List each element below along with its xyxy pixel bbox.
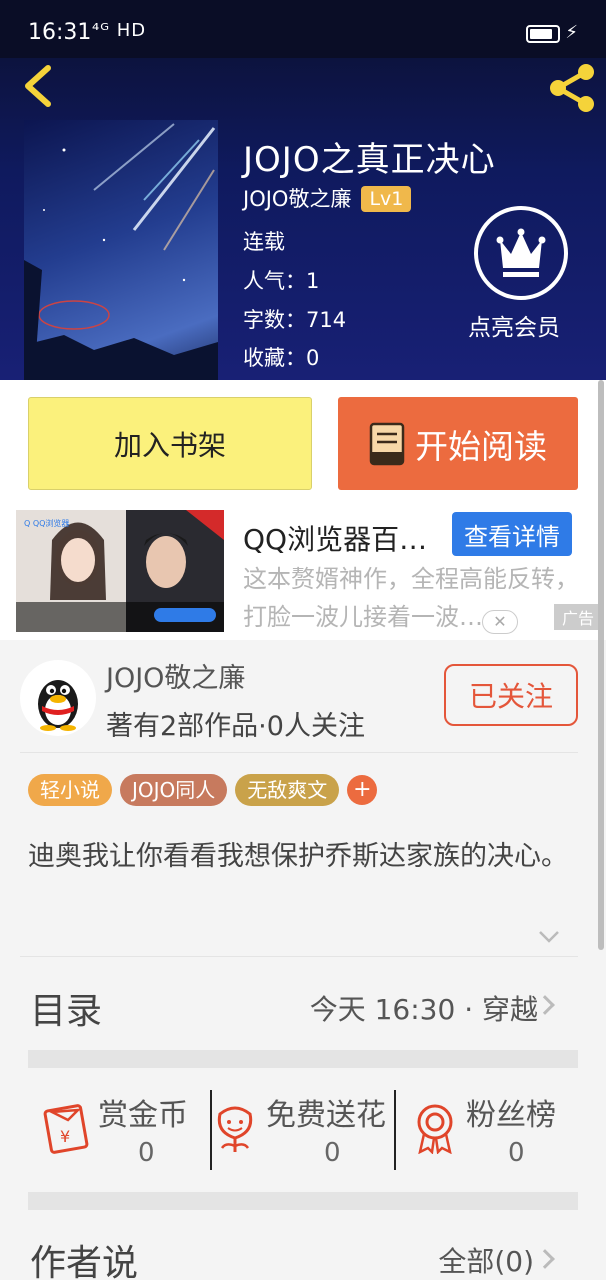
reward-coins-button[interactable]: ¥ 赏金币 0: [30, 1086, 208, 1172]
cover-art-image: [24, 123, 218, 380]
ad-description: 这本赘婿神作，全程高能反转，打脸一波儿接着一波…: [243, 565, 579, 631]
back-arrow-icon: [25, 65, 51, 107]
divider: [20, 956, 578, 957]
fan-ranking-label: 粉丝榜: [466, 1098, 556, 1133]
add-to-shelf-button[interactable]: 加入书架: [28, 397, 312, 490]
scrollbar[interactable]: [598, 380, 604, 950]
divider: [20, 752, 578, 753]
network-indicator: ⁴ᴳ HD: [92, 20, 147, 41]
author-card[interactable]: JOJO敬之廉 著有2部作品·0人关注 已关注: [0, 640, 606, 758]
chevron-right-icon: [535, 995, 555, 1015]
book-popularity: 人气：1: [243, 269, 320, 293]
chevron-right-icon: [535, 1249, 555, 1269]
book-title: JOJO之真正决心: [243, 140, 496, 180]
reward-coins-label: 赏金币: [98, 1098, 188, 1133]
reward-flower-count: 0: [324, 1138, 341, 1168]
author-name[interactable]: JOJO敬之廉: [106, 656, 245, 695]
book-status: 连载: [243, 230, 285, 254]
ad-detail-button[interactable]: 查看详情: [452, 512, 572, 556]
tag-jojo-fanfic[interactable]: JOJO同人: [120, 774, 228, 806]
ad-title[interactable]: QQ浏览器百…: [243, 518, 443, 558]
crown-icon: [496, 228, 546, 277]
status-time: 16:31: [28, 20, 92, 45]
book-author-line: JOJO敬之廉 Lv1: [243, 183, 412, 213]
svg-text:¥: ¥: [60, 1127, 70, 1146]
book-cover[interactable]: [24, 120, 218, 380]
charging-icon: ⚡: [565, 22, 578, 43]
expand-chevron-icon[interactable]: [538, 930, 560, 944]
ad-illustration: Q QQ浏览器: [16, 510, 224, 632]
book-favorites: 收藏：0: [243, 346, 320, 370]
action-bar: 加入书架 开始阅读: [0, 380, 606, 508]
follow-button[interactable]: 已关注: [444, 664, 578, 726]
svg-text:Q QQ浏览器: Q QQ浏览器: [24, 518, 69, 528]
book-word-count: 字数：714: [243, 308, 347, 332]
ad-banner[interactable]: Q QQ浏览器 QQ浏览器百… 查看详情 这本赘婿神作，全程高能反转，打脸一波儿…: [0, 508, 606, 640]
divider: [394, 1090, 396, 1170]
start-reading-button[interactable]: 开始阅读: [338, 397, 578, 490]
author-says-all[interactable]: 全部(0): [438, 1240, 534, 1280]
tag-light-novel[interactable]: 轻小说: [28, 774, 112, 806]
book-description: 迪奥我让你看看我想保护乔斯达家族的决心。: [28, 841, 568, 872]
reward-coins-count: 0: [138, 1138, 155, 1168]
penguin-avatar-icon: [38, 680, 78, 731]
author-stats: 著有2部作品·0人关注: [106, 711, 365, 742]
ad-tag: 广告: [553, 604, 602, 630]
section-separator: [28, 1192, 578, 1210]
book-icon: [369, 422, 405, 465]
book-header: 16:31 ⁴ᴳ HD ⚡ JOJO之真正决心 JOJO敬之廉 Lv1 连载 人…: [0, 0, 606, 380]
start-reading-label: 开始阅读: [415, 426, 547, 466]
level-badge: Lv1: [361, 186, 412, 212]
ad-close-button[interactable]: ✕: [482, 610, 518, 634]
tag-list: 轻小说 JOJO同人 无敌爽文 +: [28, 774, 378, 808]
author-says-title[interactable]: 作者说: [30, 1234, 138, 1280]
flower-icon: [217, 1106, 253, 1152]
fan-ranking-count: 0: [508, 1138, 525, 1168]
reward-flower-label: 免费送花: [266, 1098, 386, 1133]
reward-flower-button[interactable]: 免费送花 0: [212, 1086, 394, 1172]
section-separator: [28, 1050, 578, 1068]
vip-button[interactable]: [474, 206, 568, 300]
fan-ranking-button[interactable]: 粉丝榜 0: [404, 1086, 584, 1172]
author-avatar[interactable]: [20, 660, 96, 736]
add-tag-button[interactable]: +: [347, 775, 378, 805]
share-button[interactable]: [546, 62, 598, 114]
red-envelope-icon: ¥: [43, 1104, 89, 1154]
status-bar: 16:31 ⁴ᴳ HD ⚡: [0, 0, 606, 58]
catalog-title[interactable]: 目录: [30, 982, 102, 1034]
catalog-latest-chapter[interactable]: 今天 16:30 · 穿越: [310, 988, 538, 1028]
ad-image[interactable]: Q QQ浏览器: [16, 510, 224, 632]
battery-icon: [526, 25, 560, 43]
share-icon: [550, 64, 594, 112]
vip-label[interactable]: 点亮会员: [468, 308, 560, 342]
tag-invincible[interactable]: 无敌爽文: [235, 774, 340, 806]
book-author[interactable]: JOJO敬之廉: [243, 187, 351, 211]
back-button[interactable]: [18, 62, 62, 110]
medal-icon: [417, 1104, 453, 1154]
